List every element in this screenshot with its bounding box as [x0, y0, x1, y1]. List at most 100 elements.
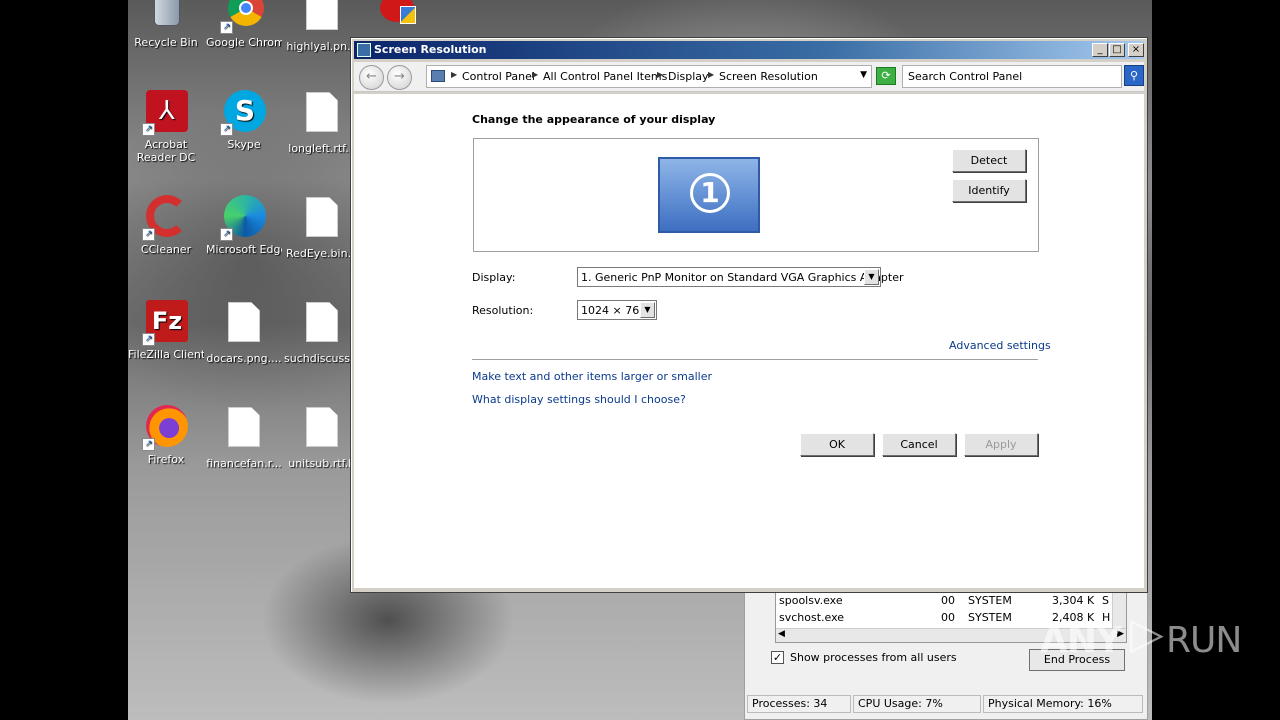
- breadcrumb-screen-resolution[interactable]: Screen Resolution: [719, 70, 818, 83]
- minimize-button[interactable]: _: [1092, 43, 1108, 57]
- display-select[interactable]: 1. Generic PnP Monitor on Standard VGA G…: [577, 267, 904, 287]
- advanced-settings-link[interactable]: Advanced settings: [949, 339, 1051, 352]
- red-app-icon[interactable]: [378, 0, 418, 28]
- refresh-icon: ⟳: [881, 69, 891, 82]
- breadcrumb-control-panel[interactable]: Control Panel: [462, 70, 535, 83]
- back-button[interactable]: ←: [359, 65, 384, 90]
- breadcrumb-all-items[interactable]: All Control Panel Items: [543, 70, 667, 83]
- desktop-icon-label: Recycle Bin: [134, 36, 198, 49]
- chevron-right-icon[interactable]: ▶: [451, 70, 457, 79]
- watermark-text-right: RUN: [1166, 620, 1242, 661]
- monitor-1-icon[interactable]: 1: [658, 157, 760, 233]
- shortcut-arrow-icon: ↗: [220, 123, 233, 136]
- desktop-icon-label: RedEye.bin...: [285, 247, 359, 260]
- desktop-icon-acrobat[interactable]: ⅄ ↗ Acrobat Reader DC: [128, 88, 204, 164]
- chevron-right-icon[interactable]: ▶: [532, 70, 538, 79]
- document-icon: [298, 197, 346, 245]
- desktop-icon-filezilla[interactable]: Fz ↗ FileZilla Client: [128, 298, 204, 361]
- search-button[interactable]: ⚲: [1124, 65, 1144, 86]
- forward-button[interactable]: →: [387, 65, 412, 90]
- desktop-icon-edge[interactable]: ↗ Microsoft Edge: [206, 193, 282, 256]
- apply-button[interactable]: Apply: [964, 433, 1038, 456]
- display-preview: 1 Detect Identify: [473, 138, 1039, 252]
- chevron-down-icon[interactable]: ▼: [860, 70, 867, 80]
- show-all-processes-checkbox[interactable]: ✓: [771, 651, 784, 664]
- shortcut-arrow-icon: ↗: [142, 228, 155, 241]
- desktop-icon-chrome[interactable]: ↗ Google Chrome: [206, 0, 282, 49]
- divider: [472, 359, 1038, 360]
- display-select-value: 1. Generic PnP Monitor on Standard VGA G…: [581, 271, 904, 284]
- watermark-text-left: ANY: [1040, 620, 1122, 661]
- desktop-icon-label: Microsoft Edge: [206, 243, 282, 256]
- close-button[interactable]: ×: [1128, 43, 1144, 57]
- desktop-icon-skype[interactable]: S ↗ Skype: [206, 88, 282, 151]
- desktop-icon-label: suchdiscuss...: [284, 352, 360, 365]
- cancel-button[interactable]: Cancel: [882, 433, 956, 456]
- table-row[interactable]: spoolsv.exe 00 SYSTEM 3,304 K S: [776, 592, 1128, 608]
- shortcut-arrow-icon: ↗: [142, 123, 155, 136]
- desktop-icon-firefox[interactable]: ↗ Firefox: [128, 403, 204, 466]
- shortcut-arrow-icon: ↗: [142, 438, 155, 451]
- desktop-icon-label: Firefox: [147, 453, 185, 466]
- play-arrow-icon: ▷: [1130, 608, 1164, 659]
- desktop-icon-highlyal[interactable]: highlyal.pn...: [284, 0, 360, 53]
- detect-button[interactable]: Detect: [952, 149, 1026, 172]
- desktop-icon-label: unitsub.rtf.R: [288, 457, 356, 470]
- desktop-icon-label: CCleaner: [140, 243, 192, 256]
- display-help-link[interactable]: What display settings should I choose?: [472, 393, 686, 406]
- page-title: Change the appearance of your display: [472, 113, 716, 126]
- window-title: Screen Resolution: [374, 43, 487, 56]
- control-panel-icon: [431, 70, 445, 82]
- desktop-icon-longleft[interactable]: longleft.rtf...: [284, 88, 360, 155]
- chevron-down-icon[interactable]: ▼: [864, 269, 879, 285]
- monitor-number: 1: [690, 173, 730, 213]
- chevron-right-icon[interactable]: ▶: [708, 70, 714, 79]
- document-icon: [298, 407, 346, 455]
- title-bar[interactable]: Screen Resolution _ □ ×: [354, 41, 1144, 59]
- desktop-icon-redeye[interactable]: RedEye.bin...: [284, 193, 360, 260]
- chevron-down-icon[interactable]: ▼: [640, 302, 655, 318]
- status-bar: Processes: 34 CPU Usage: 7% Physical Mem…: [745, 695, 1149, 715]
- shortcut-arrow-icon: ↗: [220, 21, 233, 34]
- resolution-select[interactable]: 1024 × 768 ▼: [577, 300, 657, 320]
- ok-button[interactable]: OK: [800, 433, 874, 456]
- desktop-icon-docars[interactable]: docars.png....: [206, 298, 282, 365]
- ccleaner-icon: ↗: [142, 193, 190, 241]
- shortcut-arrow-icon: ↗: [142, 333, 155, 346]
- identify-button[interactable]: Identify: [952, 179, 1026, 202]
- shortcut-arrow-icon: ↗: [220, 228, 233, 241]
- display-label: Display:: [472, 271, 516, 284]
- document-icon: [298, 92, 346, 140]
- desktop-icon-label: longleft.rtf...: [288, 142, 356, 155]
- desktop-icon-suchdiscuss[interactable]: suchdiscuss...: [284, 298, 360, 365]
- search-icon: ⚲: [1129, 69, 1139, 82]
- chevron-right-icon[interactable]: ▶: [657, 70, 663, 79]
- acrobat-icon: ⅄ ↗: [142, 88, 190, 136]
- search-placeholder: Search Control Panel: [908, 70, 1023, 83]
- desktop-icon-label: financefan.r...: [206, 457, 282, 470]
- status-processes: Processes: 34: [747, 695, 851, 713]
- text-size-link[interactable]: Make text and other items larger or smal…: [472, 370, 712, 383]
- desktop-icon-label: FileZilla Client: [128, 348, 204, 361]
- navigation-bar: ← → ▶ Control Panel ▶ All Control Panel …: [354, 62, 1144, 92]
- status-cpu: CPU Usage: 7%: [853, 695, 981, 713]
- main-content: Change the appearance of your display 1 …: [354, 94, 1144, 588]
- desktop-icon-label: Skype: [227, 138, 261, 151]
- process-name: svchost.exe: [779, 611, 845, 624]
- breadcrumb-display[interactable]: Display: [668, 70, 709, 83]
- skype-icon: S ↗: [220, 88, 268, 136]
- scroll-left-icon[interactable]: ◀: [778, 629, 785, 639]
- process-memory: 3,304 K: [1052, 594, 1095, 607]
- search-input[interactable]: Search Control Panel: [902, 65, 1122, 88]
- desktop-icon-unitsub[interactable]: unitsub.rtf.R: [284, 403, 360, 470]
- desktop-icon-label: Acrobat Reader DC: [136, 138, 196, 164]
- chrome-icon: ↗: [220, 0, 268, 34]
- refresh-button[interactable]: ⟳: [876, 67, 896, 85]
- maximize-button[interactable]: □: [1109, 43, 1125, 57]
- desktop-icon-recycle-bin[interactable]: Recycle Bin: [128, 0, 204, 49]
- desktop-icon-ccleaner[interactable]: ↗ CCleaner: [128, 193, 204, 256]
- forward-arrow-icon: →: [394, 69, 405, 84]
- breadcrumb[interactable]: ▶ Control Panel ▶ All Control Panel Item…: [426, 65, 872, 88]
- desktop-icon-financefan[interactable]: financefan.r...: [206, 403, 282, 470]
- anyrun-watermark: ANY ▷ RUN: [1040, 608, 1242, 670]
